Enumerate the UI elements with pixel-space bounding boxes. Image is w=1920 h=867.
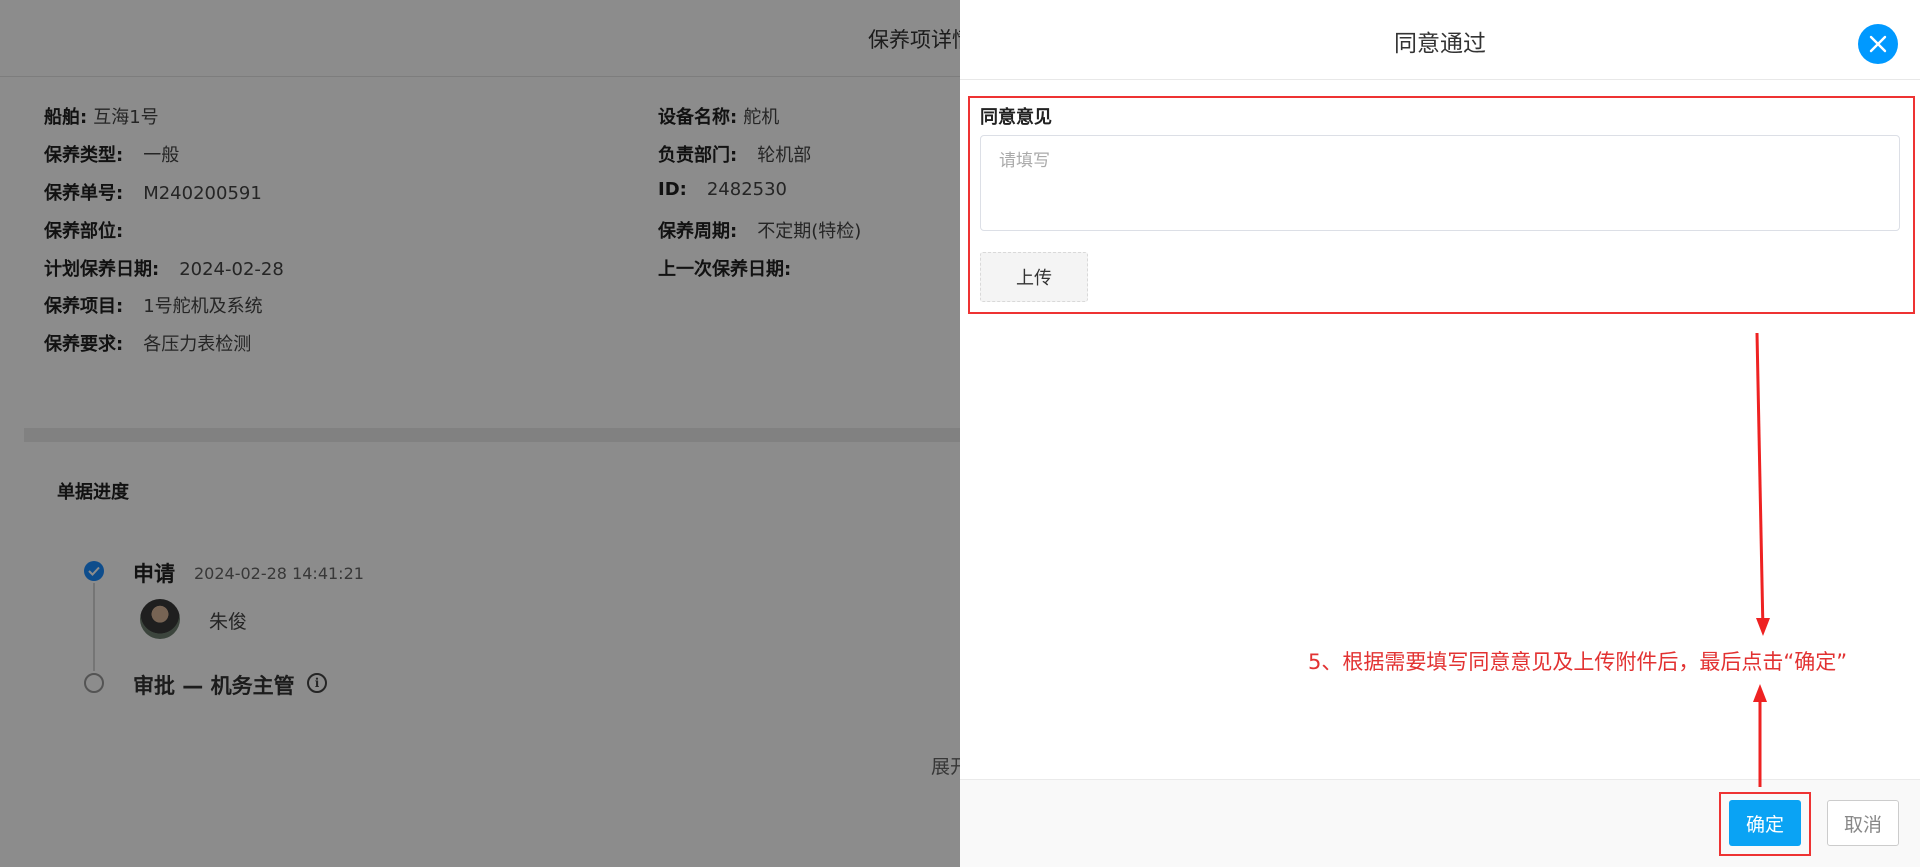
- arrow-down: [1755, 332, 1765, 633]
- approve-drawer: 同意通过 同意意见 上传 确定 取消 5、根据需要填写同意意见及上传附件后，最后…: [960, 0, 1920, 867]
- annotation-arrows: [1753, 332, 1770, 787]
- modal-overlay[interactable]: [0, 0, 960, 867]
- arrow-down-head: [1756, 618, 1770, 636]
- arrow-up-head: [1753, 684, 1767, 702]
